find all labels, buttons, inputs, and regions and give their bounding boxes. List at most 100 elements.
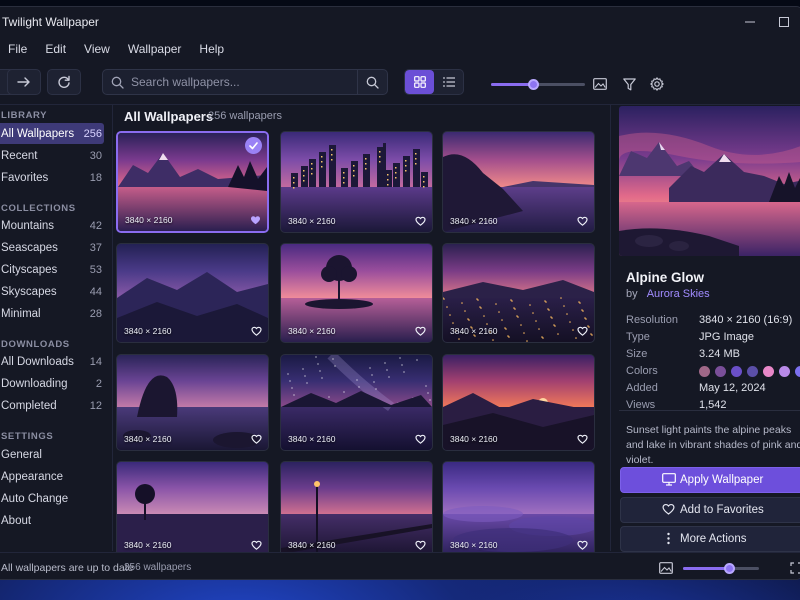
- menu-help[interactable]: Help: [190, 42, 233, 56]
- sidebar-item-label: About: [1, 514, 32, 527]
- wallpaper-thumbnail[interactable]: 3840 × 2160: [442, 354, 595, 451]
- favorite-toggle[interactable]: [576, 539, 588, 551]
- sidebar-item-completed[interactable]: Completed 12: [0, 395, 104, 416]
- more-actions-button[interactable]: More Actions: [620, 526, 800, 552]
- wallpaper-thumbnail[interactable]: 3840 × 2160: [280, 243, 433, 343]
- sidebar-item-auto-change[interactable]: Auto Change: [0, 488, 104, 509]
- sidebar-item-about[interactable]: About: [0, 510, 104, 531]
- sidebar-item-skyscapes[interactable]: Skyscapes 44: [0, 281, 104, 302]
- color-swatch[interactable]: [779, 365, 790, 377]
- favorite-toggle[interactable]: [576, 325, 588, 337]
- wallpaper-thumbnail[interactable]: 3840 × 2160: [280, 131, 433, 233]
- menu-edit[interactable]: Edit: [36, 42, 75, 56]
- field-key: Colors: [626, 365, 658, 377]
- menu-bar: File Edit View Wallpaper Help: [0, 37, 800, 61]
- status-message: All wallpapers are up to date: [1, 562, 134, 574]
- maximize-button[interactable]: [767, 7, 800, 37]
- favorite-toggle[interactable]: [576, 215, 588, 227]
- favorite-toggle[interactable]: [250, 325, 262, 337]
- preview-image: [619, 106, 800, 256]
- preview-toggle-button[interactable]: [657, 559, 675, 577]
- slider-knob[interactable]: [724, 563, 735, 574]
- heart-icon: [576, 326, 588, 336]
- search-submit-button[interactable]: [358, 69, 388, 95]
- list-view-button[interactable]: [434, 70, 463, 94]
- refresh-icon: [58, 75, 70, 88]
- forward-button[interactable]: [7, 69, 41, 95]
- menu-view[interactable]: View: [75, 42, 119, 56]
- slider-knob[interactable]: [528, 79, 539, 90]
- favorite-toggle[interactable]: [414, 539, 426, 551]
- sidebar-item-mountains[interactable]: Mountains 42: [0, 215, 104, 236]
- slider-fill: [491, 83, 533, 86]
- gear-icon: [650, 77, 664, 91]
- field-added: Added May 12, 2024: [626, 382, 800, 394]
- sidebar-item-recent[interactable]: Recent 30: [0, 145, 104, 166]
- sidebar-item-minimal[interactable]: Minimal 28: [0, 303, 104, 324]
- wallpaper-title: Alpine Glow: [626, 270, 705, 285]
- wallpaper-thumbnail[interactable]: 3840 × 2160: [116, 461, 269, 557]
- sidebar-item-appearance[interactable]: Appearance: [0, 466, 104, 487]
- apply-wallpaper-button[interactable]: Apply Wallpaper: [620, 467, 800, 493]
- sidebar-item-count: 18: [89, 171, 102, 184]
- wallpaper-thumbnail[interactable]: 3840 × 2160: [442, 461, 595, 557]
- wallpaper-thumbnail[interactable]: 3840 × 2160: [116, 131, 269, 233]
- slider-fill: [683, 567, 729, 570]
- color-swatch[interactable]: [795, 365, 800, 377]
- sidebar-item-general[interactable]: General: [0, 444, 104, 465]
- apply-wallpaper-label: Apply Wallpaper: [680, 474, 764, 486]
- zoom-slider[interactable]: [683, 563, 759, 574]
- wallpaper-thumbnail[interactable]: 3840 × 2160: [442, 243, 595, 343]
- wallpaper-thumbnail[interactable]: 3840 × 2160: [116, 354, 269, 451]
- color-swatch[interactable]: [731, 365, 742, 377]
- thumbnail-size-slider[interactable]: [491, 79, 585, 90]
- sidebar-item-cityscapes[interactable]: Cityscapes 53: [0, 259, 104, 280]
- gallery-count: 256 wallpapers: [208, 110, 282, 122]
- add-to-favorites-button[interactable]: Add to Favorites: [620, 497, 800, 523]
- wallpaper-description: Sunset light paints the alpine peaks and…: [626, 424, 800, 466]
- wallpaper-author-line: by Aurora Skies: [626, 288, 710, 300]
- color-swatch[interactable]: [747, 365, 758, 377]
- sidebar-item-seascapes[interactable]: Seascapes 37: [0, 237, 104, 258]
- sidebar-item-all-wallpapers[interactable]: All Wallpapers 256: [0, 123, 104, 144]
- sidebar-item-downloading[interactable]: Downloading 2: [0, 373, 104, 394]
- favorite-toggle[interactable]: [414, 433, 426, 445]
- sidebar-item-label: All Downloads: [1, 355, 74, 368]
- sidebar-item-label: Favorites: [1, 171, 49, 184]
- favorite-toggle[interactable]: [250, 433, 262, 445]
- sidebar-item-label: Mountains: [1, 219, 55, 232]
- favorite-toggle[interactable]: [250, 539, 262, 551]
- fullscreen-button[interactable]: [787, 559, 800, 577]
- search-input[interactable]: [131, 75, 341, 89]
- field-colors: Colors: [626, 365, 800, 377]
- wallpaper-thumbnail[interactable]: 3840 × 2160: [280, 461, 433, 557]
- heart-icon: [576, 216, 588, 226]
- wallpaper-thumbnail[interactable]: 3840 × 2160: [116, 243, 269, 343]
- filter-button[interactable]: [620, 75, 638, 93]
- sidebar-item-favorites[interactable]: Favorites 18: [0, 167, 104, 188]
- favorite-toggle[interactable]: [414, 215, 426, 227]
- color-swatch[interactable]: [715, 365, 726, 377]
- sidebar-item-all-downloads[interactable]: All Downloads 14: [0, 351, 104, 372]
- favorite-toggle[interactable]: [249, 214, 261, 226]
- minimize-button[interactable]: [733, 7, 767, 37]
- color-swatch[interactable]: [763, 365, 774, 377]
- favorite-toggle[interactable]: [414, 325, 426, 337]
- author-link[interactable]: Aurora Skies: [647, 288, 710, 300]
- heart-icon: [414, 216, 426, 226]
- menu-file[interactable]: File: [0, 42, 36, 56]
- search-box: [102, 69, 358, 95]
- settings-button[interactable]: [648, 75, 666, 93]
- wallpaper-thumbnail[interactable]: 3840 × 2160: [280, 354, 433, 451]
- image-view-button[interactable]: [591, 75, 609, 93]
- favorite-toggle[interactable]: [576, 433, 588, 445]
- color-swatch[interactable]: [699, 365, 710, 377]
- menu-wallpaper[interactable]: Wallpaper: [119, 42, 191, 56]
- sidebar: LIBRARY All Wallpapers 256 Recent 30 Fav…: [0, 105, 113, 551]
- app-title: Twilight Wallpaper: [2, 15, 99, 29]
- toolbar: [0, 61, 800, 105]
- grid-view-button[interactable]: [405, 70, 434, 94]
- refresh-button[interactable]: [47, 69, 81, 95]
- wallpaper-thumbnail[interactable]: 3840 × 2160: [442, 131, 595, 233]
- scrollbar[interactable]: [600, 105, 605, 551]
